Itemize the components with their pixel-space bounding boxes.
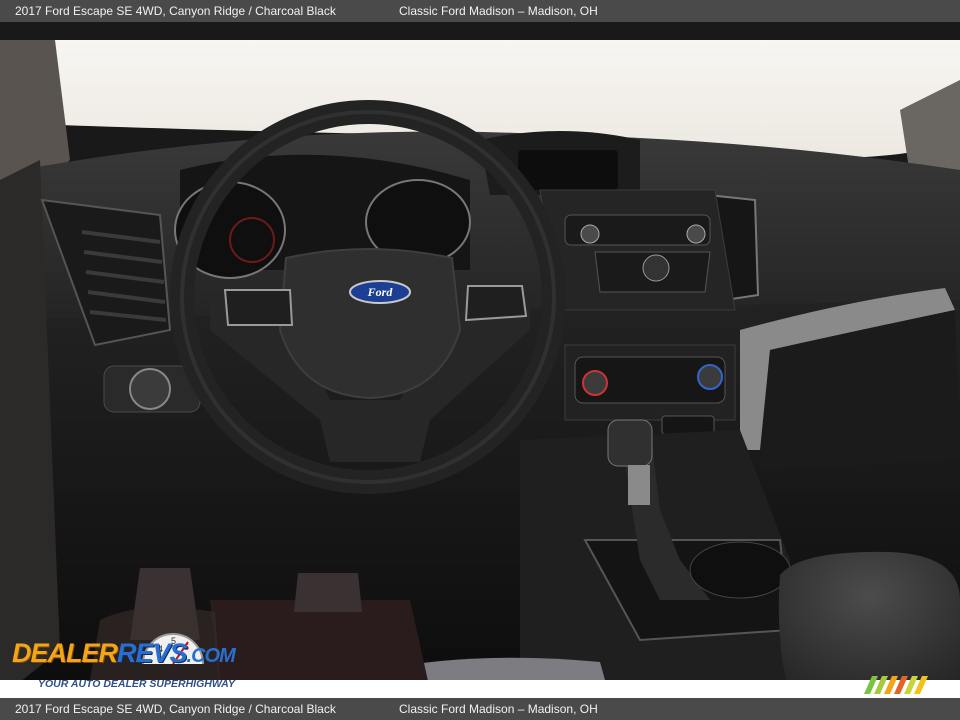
- watermark-brand-first: DEALER: [12, 638, 118, 668]
- watermark-logo: DEALERREVS.COM: [12, 638, 236, 669]
- watermark-brand-second: REVS: [117, 638, 188, 668]
- dealer-name: Classic Ford Madison – Madison, OH: [399, 4, 598, 18]
- footer-dealer-name: Classic Ford Madison – Madison, OH: [399, 702, 598, 716]
- top-caption-bar: 2017 Ford Escape SE 4WD, Canyon Ridge / …: [0, 0, 960, 22]
- watermark-tagline: YOUR AUTO DEALER SUPERHIGHWAY: [38, 678, 235, 690]
- bottom-caption-bar: 2017 Ford Escape SE 4WD, Canyon Ridge / …: [0, 698, 960, 720]
- dealerrevs-watermark: 4 5 6 DEALERREVS.COM YOUR AUTO DEALER SU…: [10, 624, 270, 694]
- footer-vehicle-title: 2017 Ford Escape SE 4WD, Canyon Ridge / …: [15, 702, 336, 716]
- vehicle-title: 2017 Ford Escape SE 4WD, Canyon Ridge / …: [15, 4, 336, 18]
- color-stripes-icon: [864, 676, 928, 694]
- interior-photo: Ford: [0, 22, 960, 698]
- svg-text:Ford: Ford: [367, 285, 394, 299]
- watermark-brand-suffix: .COM: [186, 645, 236, 667]
